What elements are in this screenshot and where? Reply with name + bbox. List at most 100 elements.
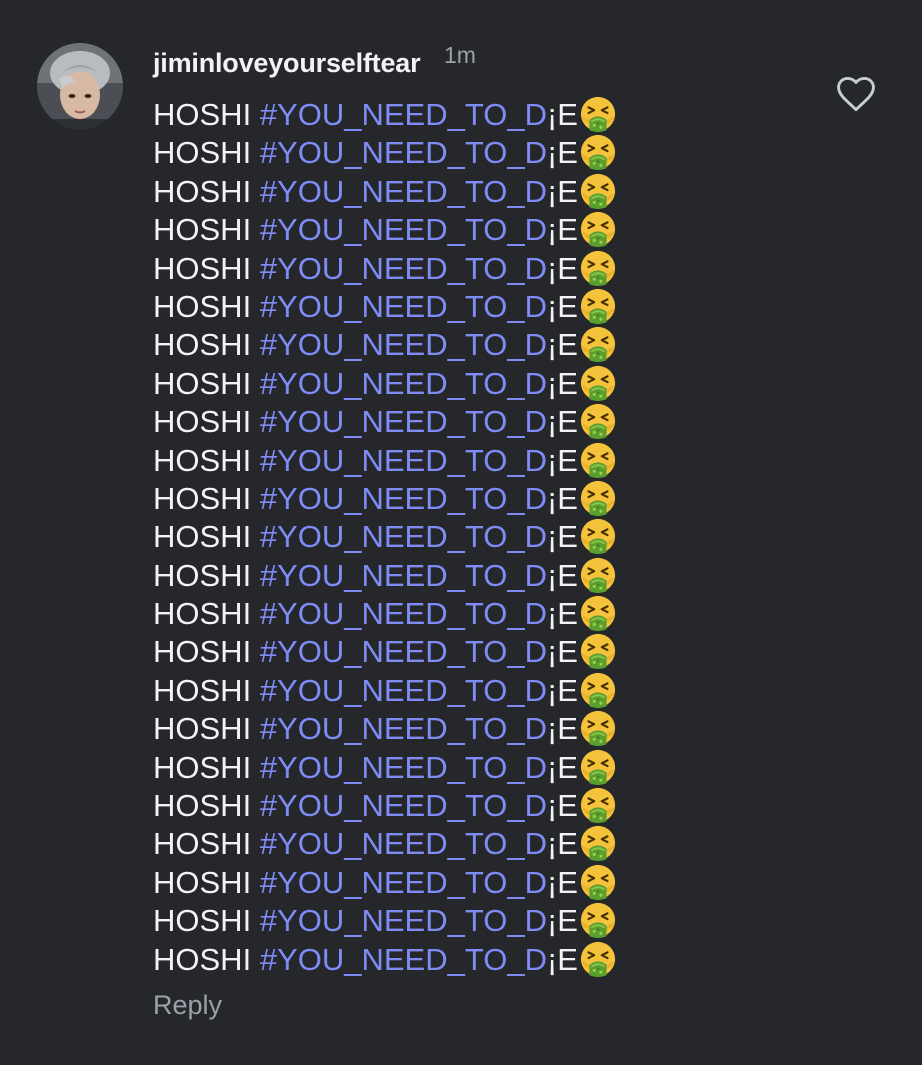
hashtag-link[interactable]: #YOU_NEED_TO_D [260,942,547,977]
hashtag-link[interactable]: #YOU_NEED_TO_D [260,443,547,478]
nauseated-face-icon [579,594,617,632]
line-tail: ¡E [546,365,578,401]
line-word: HOSHI [153,864,252,900]
comment-line: HOSHI #YOU_NEED_TO_D¡E [153,364,813,402]
line-tail: ¡E [546,749,578,785]
line-tail: ¡E [546,480,578,516]
hashtag-link[interactable]: #YOU_NEED_TO_D [260,596,547,631]
heart-outline-icon [837,76,875,112]
nauseated-face-icon [579,325,617,363]
line-tail: ¡E [546,864,578,900]
hashtag-link[interactable]: #YOU_NEED_TO_D [260,404,547,439]
line-word: HOSHI [153,749,252,785]
comment-line: HOSHI #YOU_NEED_TO_D¡E [153,95,813,133]
hashtag-link[interactable]: #YOU_NEED_TO_D [260,865,547,900]
line-tail: ¡E [546,135,578,171]
hashtag-link[interactable]: #YOU_NEED_TO_D [260,519,547,554]
hashtag-link[interactable]: #YOU_NEED_TO_D [260,135,547,170]
line-word: HOSHI [153,327,252,363]
hashtag-link[interactable]: #YOU_NEED_TO_D [260,251,547,286]
nauseated-face-icon [579,517,617,555]
hashtag-link[interactable]: #YOU_NEED_TO_D [260,750,547,785]
line-tail: ¡E [546,711,578,747]
line-word: HOSHI [153,903,252,939]
line-tail: ¡E [546,826,578,862]
comment-line: HOSHI #YOU_NEED_TO_D¡E [153,824,813,862]
nauseated-face-icon [579,824,617,862]
hashtag-link[interactable]: #YOU_NEED_TO_D [260,903,547,938]
hashtag-link[interactable]: #YOU_NEED_TO_D [260,174,547,209]
comment-line: HOSHI #YOU_NEED_TO_D¡E [153,479,813,517]
hashtag-link[interactable]: #YOU_NEED_TO_D [260,711,547,746]
line-tail: ¡E [546,288,578,324]
nauseated-face-icon [579,210,617,248]
nauseated-face-icon [579,249,617,287]
line-tail: ¡E [546,212,578,248]
nauseated-face-icon [579,133,617,171]
line-word: HOSHI [153,404,252,440]
nauseated-face-icon [579,287,617,325]
comment-line: HOSHI #YOU_NEED_TO_D¡E [153,287,813,325]
hashtag-link[interactable]: #YOU_NEED_TO_D [260,788,547,823]
comment-line: HOSHI #YOU_NEED_TO_D¡E [153,133,813,171]
line-tail: ¡E [546,557,578,593]
nauseated-face-icon [579,863,617,901]
line-word: HOSHI [153,173,252,209]
nauseated-face-icon [579,786,617,824]
comment-line: HOSHI #YOU_NEED_TO_D¡E [153,517,813,555]
nauseated-face-icon [579,671,617,709]
comment-line: HOSHI #YOU_NEED_TO_D¡E [153,210,813,248]
line-tail: ¡E [546,788,578,824]
line-tail: ¡E [546,903,578,939]
hashtag-link[interactable]: #YOU_NEED_TO_D [260,212,547,247]
nauseated-face-icon [579,748,617,786]
nauseated-face-icon [579,940,617,978]
line-word: HOSHI [153,365,252,401]
line-word: HOSHI [153,480,252,516]
hashtag-link[interactable]: #YOU_NEED_TO_D [260,634,547,669]
comment-body: HOSHI #YOU_NEED_TO_D¡E HOSHI #YOU_NEED_TO… [153,95,813,978]
hashtag-link[interactable]: #YOU_NEED_TO_D [260,826,547,861]
line-word: HOSHI [153,250,252,286]
hashtag-link[interactable]: #YOU_NEED_TO_D [260,327,547,362]
line-tail: ¡E [546,442,578,478]
hashtag-link[interactable]: #YOU_NEED_TO_D [260,97,547,132]
hashtag-link[interactable]: #YOU_NEED_TO_D [260,673,547,708]
comment-line: HOSHI #YOU_NEED_TO_D¡E [153,940,813,978]
like-button[interactable] [834,72,878,116]
line-word: HOSHI [153,557,252,593]
line-word: HOSHI [153,826,252,862]
nauseated-face-icon [579,556,617,594]
hashtag-link[interactable]: #YOU_NEED_TO_D [260,481,547,516]
hashtag-link[interactable]: #YOU_NEED_TO_D [260,366,547,401]
line-tail: ¡E [546,672,578,708]
line-word: HOSHI [153,711,252,747]
profile-photo-icon [37,43,123,129]
line-tail: ¡E [546,596,578,632]
avatar[interactable] [37,43,123,129]
line-word: HOSHI [153,288,252,324]
line-tail: ¡E [546,519,578,555]
hashtag-link[interactable]: #YOU_NEED_TO_D [260,289,547,324]
nauseated-face-icon [579,901,617,939]
nauseated-face-icon [579,172,617,210]
line-word: HOSHI [153,135,252,171]
line-word: HOSHI [153,212,252,248]
line-word: HOSHI [153,97,252,132]
comment-line: HOSHI #YOU_NEED_TO_D¡E [153,748,813,786]
nauseated-face-icon [579,95,617,133]
comment-line: HOSHI #YOU_NEED_TO_D¡E [153,172,813,210]
timestamp: 1m [444,42,476,68]
nauseated-face-icon [579,402,617,440]
comment-line: HOSHI #YOU_NEED_TO_D¡E [153,709,813,747]
reply-button[interactable]: Reply [153,990,222,1021]
hashtag-link[interactable]: #YOU_NEED_TO_D [260,558,547,593]
line-word: HOSHI [153,596,252,632]
line-word: HOSHI [153,941,252,977]
comment-line: HOSHI #YOU_NEED_TO_D¡E [153,402,813,440]
line-tail: ¡E [546,173,578,209]
comment-line: HOSHI #YOU_NEED_TO_D¡E [153,594,813,632]
comment-line: HOSHI #YOU_NEED_TO_D¡E [153,632,813,670]
line-tail: ¡E [546,404,578,440]
username[interactable]: jiminloveyourselftear [153,48,421,79]
